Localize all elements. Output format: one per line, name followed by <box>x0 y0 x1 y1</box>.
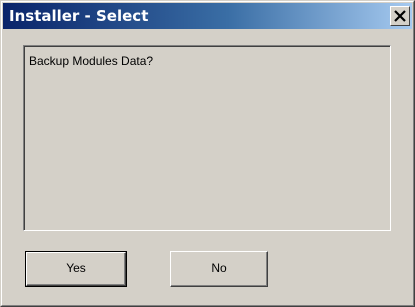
message-panel-inset <box>24 46 390 230</box>
no-button-label: No <box>211 261 227 275</box>
window-title: Installer - Select <box>9 7 149 25</box>
yes-button-label: Yes <box>66 261 86 275</box>
close-button[interactable] <box>390 6 410 26</box>
message-panel: Backup Modules Data? <box>23 45 391 231</box>
no-button[interactable]: No <box>170 251 268 287</box>
close-icon <box>394 10 406 22</box>
yes-button[interactable]: Yes <box>25 251 127 287</box>
message-text: Backup Modules Data? <box>29 54 154 68</box>
dialog-window: Installer - Select Backup Modules Data? … <box>0 0 415 307</box>
title-bar[interactable]: Installer - Select <box>3 3 412 29</box>
